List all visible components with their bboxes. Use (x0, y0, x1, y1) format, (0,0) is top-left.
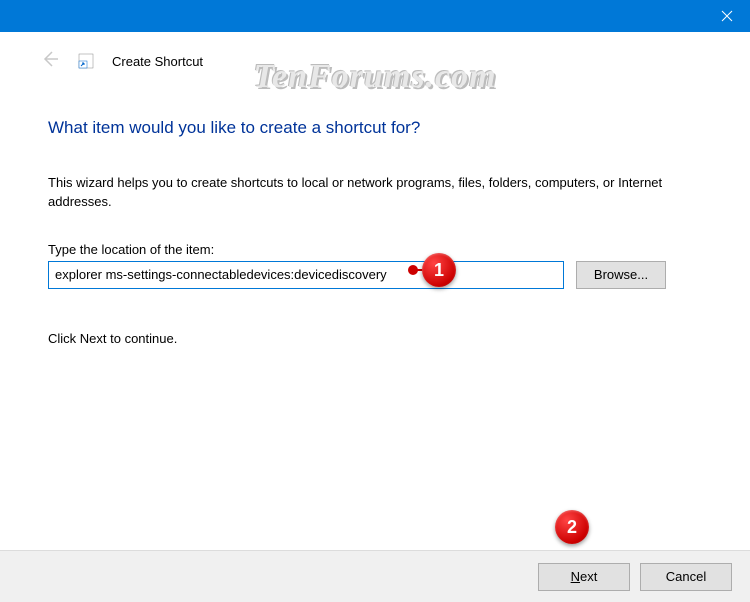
back-arrow-icon (40, 49, 60, 73)
next-button[interactable]: Next (538, 563, 630, 591)
wizard-description: This wizard helps you to create shortcut… (48, 174, 688, 212)
wizard-button-bar: Next Cancel (0, 550, 750, 602)
next-button-rest: ext (580, 569, 597, 584)
shortcut-file-icon (78, 53, 94, 69)
close-button[interactable] (704, 0, 750, 32)
annotation-marker-2: 2 (555, 510, 589, 544)
next-button-accelerator: N (571, 569, 580, 584)
location-input-label: Type the location of the item: (48, 242, 702, 257)
window-titlebar (0, 0, 750, 32)
wizard-content: What item would you like to create a sho… (0, 90, 750, 346)
continue-instruction: Click Next to continue. (48, 331, 702, 346)
dialog-title: Create Shortcut (112, 54, 203, 69)
dialog-header: Create Shortcut (0, 32, 750, 90)
location-input[interactable] (48, 261, 564, 289)
location-input-row: Browse... (48, 261, 702, 289)
cancel-button[interactable]: Cancel (640, 563, 732, 591)
browse-button[interactable]: Browse... (576, 261, 666, 289)
close-icon (721, 10, 733, 22)
wizard-heading: What item would you like to create a sho… (48, 118, 702, 138)
